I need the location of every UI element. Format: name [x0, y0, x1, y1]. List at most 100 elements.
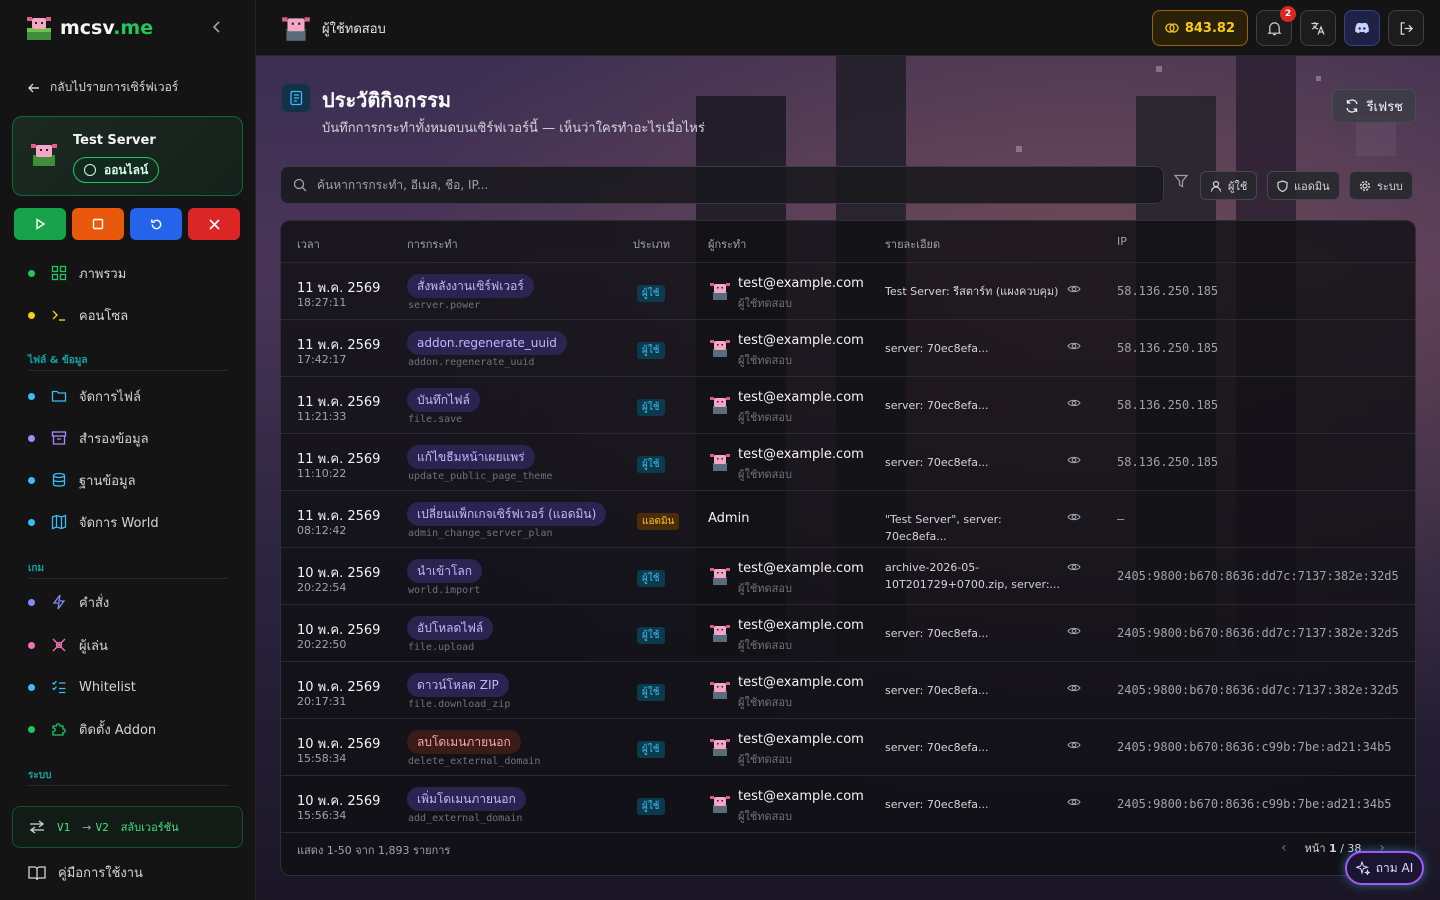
view-detail-icon[interactable]: [1067, 682, 1081, 697]
status-dot: [28, 476, 35, 484]
user-avatar-icon: [709, 337, 731, 359]
nav-item-players[interactable]: ผู้เล่น: [28, 634, 108, 656]
status-dot: [28, 392, 35, 400]
view-detail-icon[interactable]: [1067, 796, 1081, 811]
row-ip: 58.136.250.185: [1117, 455, 1219, 469]
actor-username: ผู้ใช้ทดสอบ: [738, 468, 792, 481]
header-type: ประเภท: [633, 238, 671, 251]
language-button[interactable]: [1300, 10, 1336, 46]
stop-server-button[interactable]: [72, 208, 124, 240]
table-row[interactable]: 10 พ.ค. 2569 15:58:34 ลบโดเมนภายนอก delete_…: [281, 719, 1415, 776]
notifications-button[interactable]: 2: [1256, 6, 1296, 46]
view-detail-icon[interactable]: [1067, 454, 1081, 469]
row-detail: "Test Server", server: 70ec8efa...: [885, 513, 1002, 543]
checklist-icon: [49, 677, 69, 697]
prev-page-icon[interactable]: ‹: [1281, 840, 1287, 856]
table-row[interactable]: 11 พ.ค. 2569 11:10:22 แก้ไขธีมหน้าเผยแพร่ u…: [281, 434, 1415, 491]
back-to-servers-link[interactable]: กลับไปรายการเซิร์ฟเวอร์: [28, 78, 178, 97]
row-time: 20:22:50: [297, 638, 347, 651]
nav-item-database[interactable]: ฐานข้อมูล: [28, 469, 136, 491]
collapse-sidebar-button[interactable]: [206, 16, 228, 38]
section-label-game: เกม: [28, 561, 228, 579]
table-row[interactable]: 11 พ.ค. 2569 08:12:42 เปลี่ยนแพ็กเกจเซิร์ฟ…: [281, 491, 1415, 548]
background-particle: [1156, 66, 1162, 72]
page-title: ประวัติกิจกรรม: [322, 88, 452, 112]
nav-label: ผู้เล่น: [79, 638, 108, 654]
filter-system-chip[interactable]: ระบบ: [1349, 171, 1413, 200]
credit-balance-button[interactable]: 843.82: [1151, 10, 1248, 46]
view-detail-icon[interactable]: [1067, 397, 1081, 412]
nav-item-files[interactable]: จัดการไฟล์: [28, 385, 141, 407]
action-badge: ดาวน์โหลด ZIP: [407, 673, 509, 697]
user-avatar-icon: [709, 679, 731, 701]
row-date: 11 พ.ค. 2569: [297, 509, 381, 524]
start-server-button[interactable]: [14, 208, 66, 240]
nav-item-backups[interactable]: สำรองข้อมูล: [28, 427, 149, 449]
nav-item-whitelist[interactable]: Whitelist: [28, 676, 136, 698]
filter-user-chip[interactable]: ผู้ใช้: [1200, 171, 1258, 200]
row-date: 10 พ.ค. 2569: [297, 680, 381, 695]
table-row[interactable]: 11 พ.ค. 2569 17:42:17 addon.regenerate_uui…: [281, 320, 1415, 377]
server-avatar-icon: [31, 144, 57, 166]
view-detail-icon[interactable]: [1067, 511, 1081, 526]
table-row[interactable]: 10 พ.ค. 2569 20:22:54 นำเข้าโลก world.impor…: [281, 548, 1415, 605]
brand-logo[interactable]: mcsv.me: [24, 12, 153, 44]
nav-item-world[interactable]: จัดการ World: [28, 511, 159, 533]
version-switch-button[interactable]: V1 → V2 สลับเวอร์ชัน: [12, 806, 243, 848]
table-row[interactable]: 11 พ.ค. 2569 18:27:11 สั่งพลังงานเซิร์ฟเวอ…: [281, 263, 1415, 320]
type-badge: ผู้ใช้: [637, 570, 665, 587]
type-badge: แอดมิน: [637, 513, 680, 530]
status-dot: [28, 725, 35, 733]
ask-ai-label: ถาม AI: [1375, 860, 1414, 875]
row-detail: server: 70ec8efa...: [885, 456, 989, 469]
view-detail-icon[interactable]: [1067, 739, 1081, 754]
server-card[interactable]: Test Server ออนไลน์: [12, 116, 243, 196]
back-link-label: กลับไปรายการเซิร์ฟเวอร์: [50, 80, 179, 94]
kill-server-button[interactable]: [188, 208, 240, 240]
restart-server-button[interactable]: [130, 208, 182, 240]
history-icon: [282, 84, 310, 112]
discord-button[interactable]: [1344, 10, 1380, 46]
table-row[interactable]: 10 พ.ค. 2569 20:17:31 ดาวน์โหลด ZIP file.do…: [281, 662, 1415, 719]
filter-admin-chip[interactable]: แอดมิน: [1267, 171, 1340, 200]
logout-button[interactable]: [1388, 10, 1424, 46]
view-detail-icon[interactable]: [1067, 561, 1081, 576]
ask-ai-button[interactable]: ถาม AI: [1345, 851, 1424, 885]
nav-item-console[interactable]: คอนโซล: [28, 304, 128, 326]
user-avatar-icon: [709, 736, 731, 758]
search-input[interactable]: [317, 178, 1137, 192]
row-time: 18:27:11: [297, 296, 347, 309]
view-detail-icon[interactable]: [1067, 625, 1081, 640]
search-bar: [280, 166, 1164, 204]
refresh-button[interactable]: รีเฟรช: [1331, 89, 1416, 123]
topbar: ผู้ใช้ทดสอบ 843.82 2: [256, 0, 1440, 56]
type-badge: ผู้ใช้: [637, 285, 665, 302]
action-code: admin_change_server_plan: [408, 528, 553, 539]
view-detail-icon[interactable]: [1067, 340, 1081, 355]
table-row[interactable]: 11 พ.ค. 2569 11:21:33 บันทึกไฟล์ file.save ผ…: [281, 377, 1415, 434]
header-time: เวลา: [297, 238, 320, 251]
action-code: file.upload: [408, 642, 475, 653]
background-particle: [1316, 76, 1321, 81]
page-subtitle: บันทึกการกระทำทั้งหมดบนเซิร์ฟเวอร์นี้ — …: [322, 121, 705, 136]
actor-username: ผู้ใช้ทดสอบ: [738, 753, 792, 766]
status-dot: [28, 434, 35, 442]
view-detail-icon[interactable]: [1067, 283, 1081, 298]
filter-icon[interactable]: [1173, 174, 1189, 192]
row-detail: archive-2026-05-10T201729+0700.zip, serv…: [885, 561, 1061, 591]
action-code: world.import: [408, 585, 481, 596]
credit-amount: 843.82: [1184, 20, 1235, 36]
folder-icon: [49, 386, 69, 406]
action-badge: แก้ไขธีมหน้าเผยแพร่: [407, 445, 535, 469]
arrow-left-icon: [28, 83, 39, 92]
status-dot: [28, 311, 35, 319]
user-guide-link[interactable]: คู่มือการใช้งาน: [28, 862, 143, 883]
action-code: file.save: [408, 414, 463, 425]
nav-item-overview[interactable]: ภาพรวม: [28, 262, 126, 284]
status-check-icon: [84, 164, 96, 176]
user-title: ผู้ใช้ทดสอบ: [280, 12, 386, 44]
table-row[interactable]: 10 พ.ค. 2569 20:22:50 อัปโหลดไฟล์ file.uplo…: [281, 605, 1415, 662]
nav-item-commands[interactable]: คำสั่ง: [28, 591, 109, 613]
row-detail: server: 70ec8efa...: [885, 798, 989, 811]
nav-item-addon[interactable]: ติดตั้ง Addon: [28, 718, 156, 740]
